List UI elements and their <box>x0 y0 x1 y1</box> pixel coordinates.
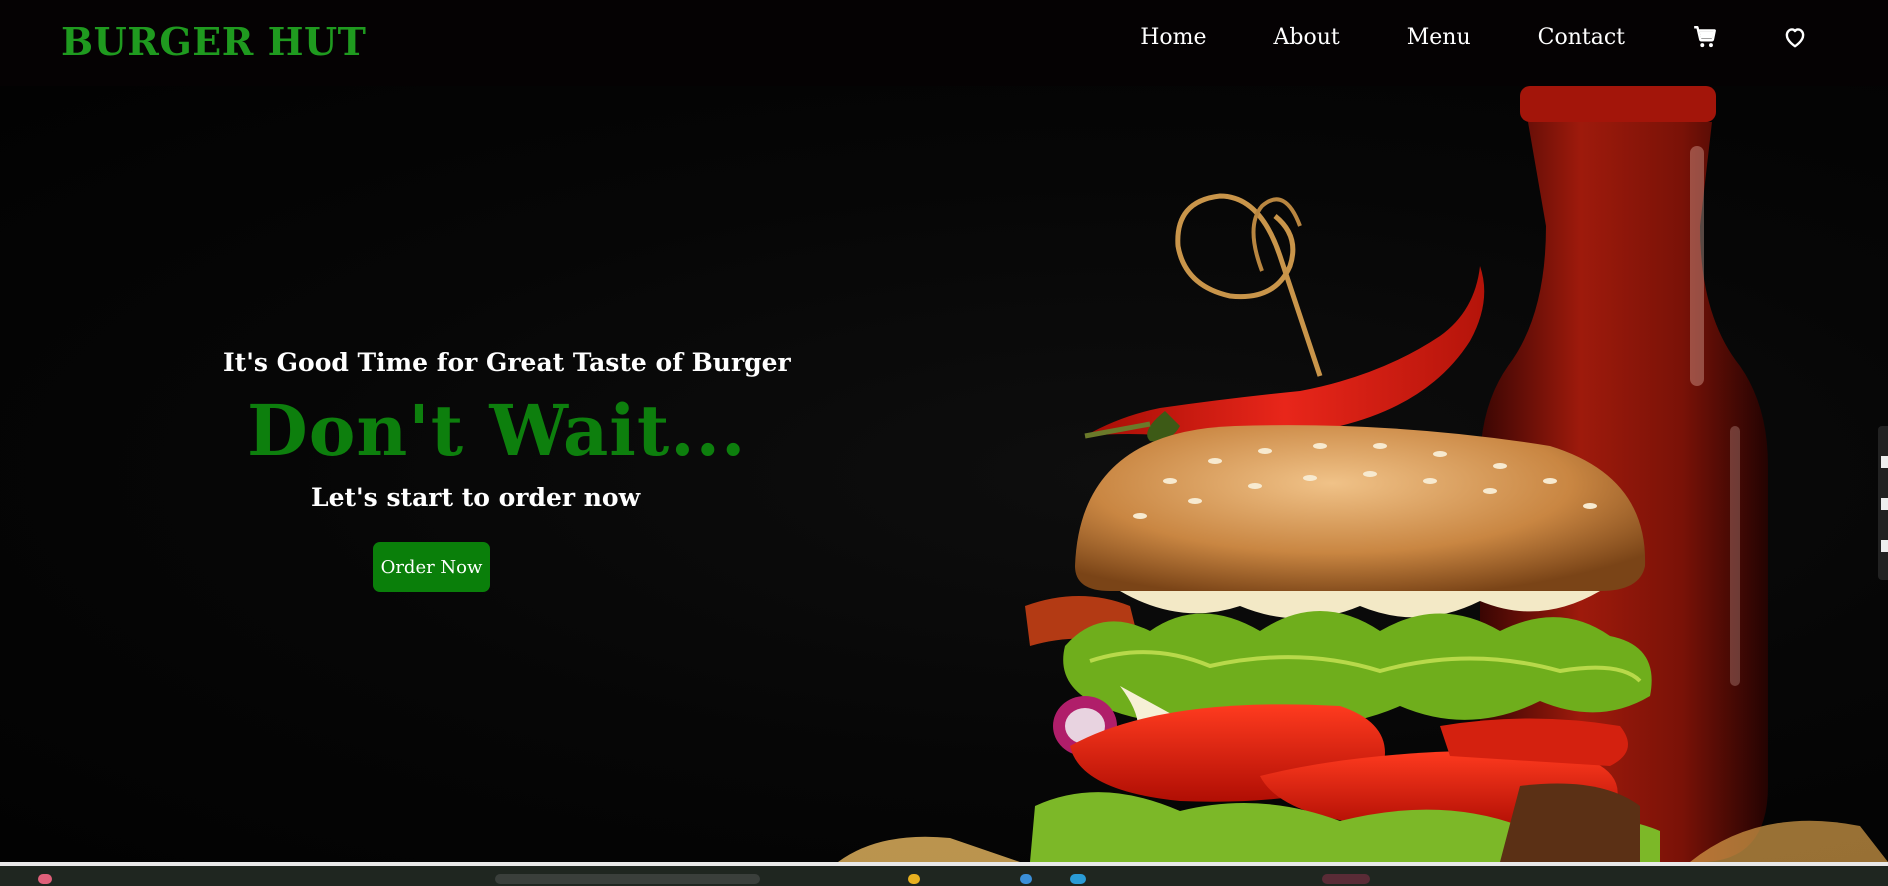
side-tab-icon <box>1881 540 1888 552</box>
top-navbar: BURGER HUT Home About Menu Contact <box>0 0 1888 86</box>
hero-section: It's Good Time for Great Taste of Burger… <box>0 86 1888 862</box>
cart-icon[interactable] <box>1692 24 1718 50</box>
hero-headline: Don't Wait... <box>247 389 747 472</box>
side-tab-icon <box>1881 456 1888 468</box>
nav-links: Home About Menu Contact <box>1140 20 1888 54</box>
app-icon[interactable] <box>908 874 920 884</box>
nav-link-contact[interactable]: Contact <box>1538 25 1625 50</box>
burger-hero-image <box>838 86 1888 862</box>
active-app-icon[interactable] <box>1322 874 1370 884</box>
hero-subline: Let's start to order now <box>311 483 641 512</box>
brand-logo[interactable]: BURGER HUT <box>61 19 366 64</box>
weather-icon[interactable] <box>38 874 52 884</box>
app-icon[interactable] <box>1070 874 1086 884</box>
os-taskbar <box>0 862 1888 886</box>
side-toolbar-tab[interactable] <box>1878 426 1888 580</box>
side-tab-icon <box>1881 498 1888 510</box>
heart-icon[interactable] <box>1782 24 1808 50</box>
taskbar-search-box[interactable] <box>495 874 760 884</box>
order-now-button[interactable]: Order Now <box>373 542 490 592</box>
nav-link-menu[interactable]: Menu <box>1407 25 1471 50</box>
app-icon[interactable] <box>1020 874 1032 884</box>
nav-link-about[interactable]: About <box>1274 25 1340 50</box>
nav-link-home[interactable]: Home <box>1140 25 1206 50</box>
hero-tagline: It's Good Time for Great Taste of Burger <box>223 348 791 377</box>
